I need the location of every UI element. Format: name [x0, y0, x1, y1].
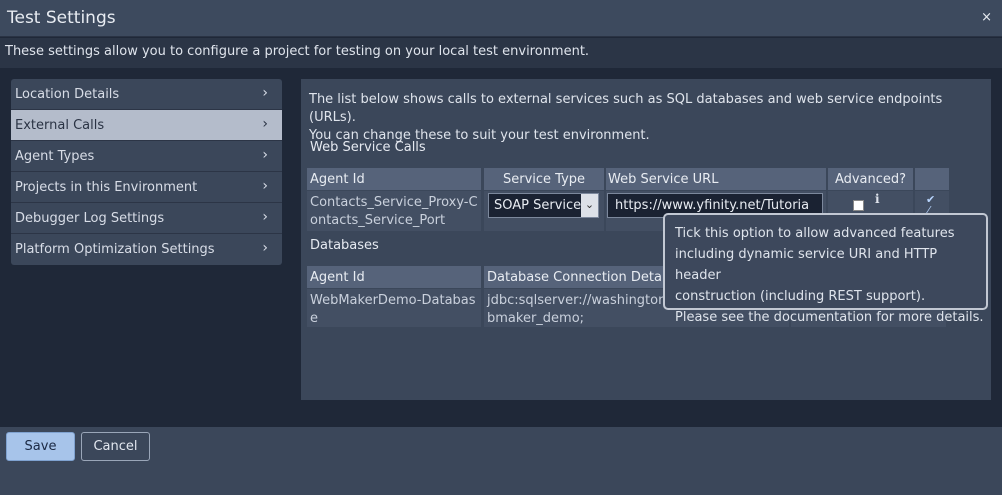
- chevron-right-icon: ›: [262, 147, 268, 163]
- chevron-right-icon: ›: [262, 240, 268, 256]
- agent-id-line-1: Contacts_Service_Proxy-C: [310, 195, 478, 210]
- save-button[interactable]: Save: [6, 432, 75, 461]
- sidebar-item-label: Debugger Log Settings: [15, 211, 165, 226]
- intro-line-1: The list below shows calls to external s…: [309, 92, 943, 125]
- info-bar: These settings allow you to configure a …: [0, 38, 1002, 68]
- dialog-footer: [0, 427, 1002, 495]
- sidebar-item-label: Platform Optimization Settings: [15, 242, 215, 257]
- tooltip-line-3: construction (including REST support).: [675, 289, 926, 304]
- tooltip-line-2: including dynamic service URI and HTTP h…: [675, 247, 938, 283]
- sidebar-item-platform-optimization[interactable]: Platform Optimization Settings ›: [11, 234, 282, 265]
- intro-text: The list below shows calls to external s…: [309, 91, 989, 145]
- chevron-right-icon: ›: [262, 85, 268, 101]
- db-agent-id-line-1: WebMakerDemo-Databas: [310, 293, 476, 308]
- sidebar-item-external-calls[interactable]: External Calls ›: [11, 110, 282, 141]
- close-icon[interactable]: ×: [981, 10, 992, 25]
- databases-section-title: Databases: [310, 238, 379, 253]
- sidebar-item-label: Projects in this Environment: [15, 180, 198, 195]
- tooltip-line-4: Please see the documentation for more de…: [675, 310, 984, 325]
- advanced-checkbox[interactable]: [853, 200, 864, 211]
- col-header-service-type: Service Type: [484, 168, 604, 190]
- sidebar-item-location-details[interactable]: Location Details ›: [11, 79, 282, 110]
- table-row-agent-id: Contacts_Service_Proxy-C ontacts_Service…: [307, 191, 481, 231]
- sidebar-item-debugger-log[interactable]: Debugger Log Settings ›: [11, 203, 282, 234]
- sidebar-item-agent-types[interactable]: Agent Types ›: [11, 141, 282, 172]
- web-service-section-title: Web Service Calls: [310, 140, 426, 155]
- settings-sidebar: Location Details › External Calls › Agen…: [11, 79, 282, 265]
- service-type-value: SOAP Service: [494, 198, 582, 213]
- sidebar-item-label: External Calls: [15, 118, 105, 133]
- dialog-title: Test Settings: [7, 8, 116, 28]
- chevron-down-icon[interactable]: ⌄: [581, 194, 598, 217]
- db-col-header-agent-id: Agent Id: [307, 266, 481, 288]
- db-table-row-agent-id: WebMakerDemo-Databas e: [307, 289, 481, 327]
- agent-id-line-2: ontacts_Service_Port: [310, 213, 446, 228]
- col-header-actions: [915, 168, 949, 190]
- sidebar-item-label: Agent Types: [15, 149, 95, 164]
- advanced-tooltip: Tick this option to allow advanced featu…: [663, 213, 988, 325]
- sidebar-item-projects[interactable]: Projects in this Environment ›: [11, 172, 282, 203]
- col-header-advanced: Advanced?: [828, 168, 913, 190]
- sidebar-item-label: Location Details: [15, 87, 120, 102]
- chevron-right-icon: ›: [262, 178, 268, 194]
- tooltip-text: Tick this option to allow advanced featu…: [675, 223, 985, 328]
- title-bar: Test Settings ×: [0, 0, 1002, 37]
- chevron-right-icon: ›: [262, 209, 268, 225]
- db-agent-id-line-2: e: [310, 311, 318, 326]
- info-icon[interactable]: i: [875, 192, 880, 206]
- info-text: These settings allow you to configure a …: [5, 44, 590, 59]
- cancel-button[interactable]: Cancel: [81, 432, 150, 461]
- col-header-agent-id: Agent Id: [307, 168, 481, 190]
- service-type-select[interactable]: SOAP Service ⌄: [488, 193, 599, 218]
- chevron-right-icon: ›: [262, 116, 268, 132]
- col-header-web-service-url: Web Service URL: [606, 168, 826, 190]
- tooltip-line-1: Tick this option to allow advanced featu…: [675, 226, 955, 241]
